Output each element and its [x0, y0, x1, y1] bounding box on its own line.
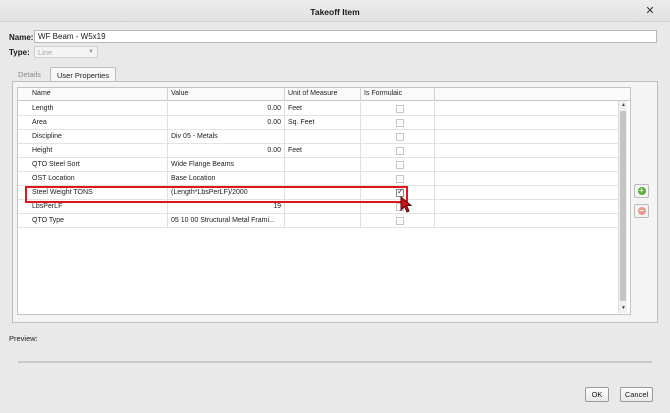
type-label: Type: [9, 48, 30, 57]
title-bar: Takeoff Item ✕ [0, 0, 670, 22]
cancel-button[interactable]: Cancel [620, 387, 653, 402]
tab-user-properties[interactable]: User Properties [50, 67, 117, 82]
cell-name[interactable]: QTO Type [18, 214, 168, 228]
cell-filler [435, 214, 618, 228]
formulaic-checkbox[interactable] [396, 119, 404, 127]
table-row[interactable]: Area 0.00 Sq. Feet [18, 116, 618, 130]
cell-formulaic [361, 102, 435, 116]
cell-unit[interactable]: Feet [285, 144, 361, 158]
minus-icon: − [639, 206, 644, 215]
preview-label: Preview: [9, 334, 38, 343]
add-property-button[interactable]: + [634, 184, 649, 198]
cell-unit[interactable]: Feet [285, 102, 361, 116]
cell-value[interactable]: 0.00 [168, 116, 285, 130]
cell-unit[interactable] [285, 172, 361, 186]
cell-value[interactable]: Div 05 - Metals [168, 130, 285, 144]
table-row[interactable]: QTO Steel Sort Wide Flange Beams [18, 158, 618, 172]
preview-area [18, 361, 652, 363]
scroll-up-icon[interactable]: ▲ [619, 101, 628, 110]
formulaic-checkbox[interactable] [396, 133, 404, 141]
plus-icon: + [639, 186, 644, 195]
cell-formulaic [361, 214, 435, 228]
cell-unit[interactable]: Sq. Feet [285, 116, 361, 130]
column-header-formulaic[interactable]: Is Formulaic [361, 88, 435, 101]
table-row[interactable]: OST Location Base Location [18, 172, 618, 186]
cell-name[interactable]: QTO Steel Sort [18, 158, 168, 172]
cell-unit[interactable] [285, 158, 361, 172]
cell-filler [435, 158, 618, 172]
cell-formulaic [361, 130, 435, 144]
ok-button[interactable]: OK [585, 387, 609, 402]
grid-header: Name Value Unit of Measure Is Formulaic [18, 88, 630, 101]
cell-formulaic [361, 116, 435, 130]
cell-filler [435, 116, 618, 130]
column-header-value[interactable]: Value [168, 88, 285, 101]
scroll-down-icon[interactable]: ▼ [619, 304, 628, 313]
cell-formulaic [361, 158, 435, 172]
cell-filler [435, 144, 618, 158]
cell-name[interactable]: Height [18, 144, 168, 158]
column-header-name[interactable]: Name [18, 88, 168, 101]
cell-name[interactable]: OST Location [18, 172, 168, 186]
highlight-annotation [25, 186, 408, 203]
close-icon[interactable]: ✕ [644, 5, 656, 17]
cell-filler [435, 102, 618, 116]
cell-filler [435, 186, 618, 200]
table-row[interactable]: QTO Type 05 10 00 Structural Metal Frami… [18, 214, 618, 228]
table-row[interactable]: Length 0.00 Feet [18, 102, 618, 116]
cell-filler [435, 200, 618, 214]
cell-name[interactable]: Length [18, 102, 168, 116]
formulaic-checkbox[interactable] [396, 161, 404, 169]
cell-value[interactable]: Wide Flange Beams [168, 158, 285, 172]
remove-property-button[interactable]: − [634, 204, 649, 218]
formulaic-checkbox[interactable] [396, 175, 404, 183]
table-row[interactable]: Height 0.00 Feet [18, 144, 618, 158]
column-header-unit[interactable]: Unit of Measure [285, 88, 361, 101]
type-select[interactable]: Line ▼ [34, 46, 98, 58]
cell-formulaic [361, 144, 435, 158]
grid-scrollbar[interactable]: ▲ ▼ [618, 101, 627, 313]
scroll-thumb[interactable] [620, 111, 626, 301]
cell-unit[interactable] [285, 214, 361, 228]
tab-details[interactable]: Details [12, 67, 47, 81]
cell-name[interactable]: Discipline [18, 130, 168, 144]
formulaic-checkbox[interactable] [396, 217, 404, 225]
cell-filler [435, 172, 618, 186]
cell-value[interactable]: 0.00 [168, 144, 285, 158]
cell-value[interactable]: 0.00 [168, 102, 285, 116]
cell-formulaic [361, 172, 435, 186]
cell-value[interactable]: Base Location [168, 172, 285, 186]
chevron-down-icon: ▼ [88, 49, 94, 55]
cell-name[interactable]: Area [18, 116, 168, 130]
cell-value[interactable]: 05 10 00 Structural Metal Frami... [168, 214, 285, 228]
formulaic-checkbox[interactable] [396, 147, 404, 155]
table-row[interactable]: Discipline Div 05 - Metals [18, 130, 618, 144]
name-input[interactable]: WF Beam - W5x19 [34, 30, 657, 43]
window-title: Takeoff Item [310, 7, 360, 17]
mouse-cursor-icon [400, 196, 413, 213]
cell-unit[interactable] [285, 130, 361, 144]
cell-filler [435, 130, 618, 144]
name-label: Name: [9, 33, 34, 42]
formulaic-checkbox[interactable] [396, 105, 404, 113]
type-select-value: Line [38, 48, 53, 57]
